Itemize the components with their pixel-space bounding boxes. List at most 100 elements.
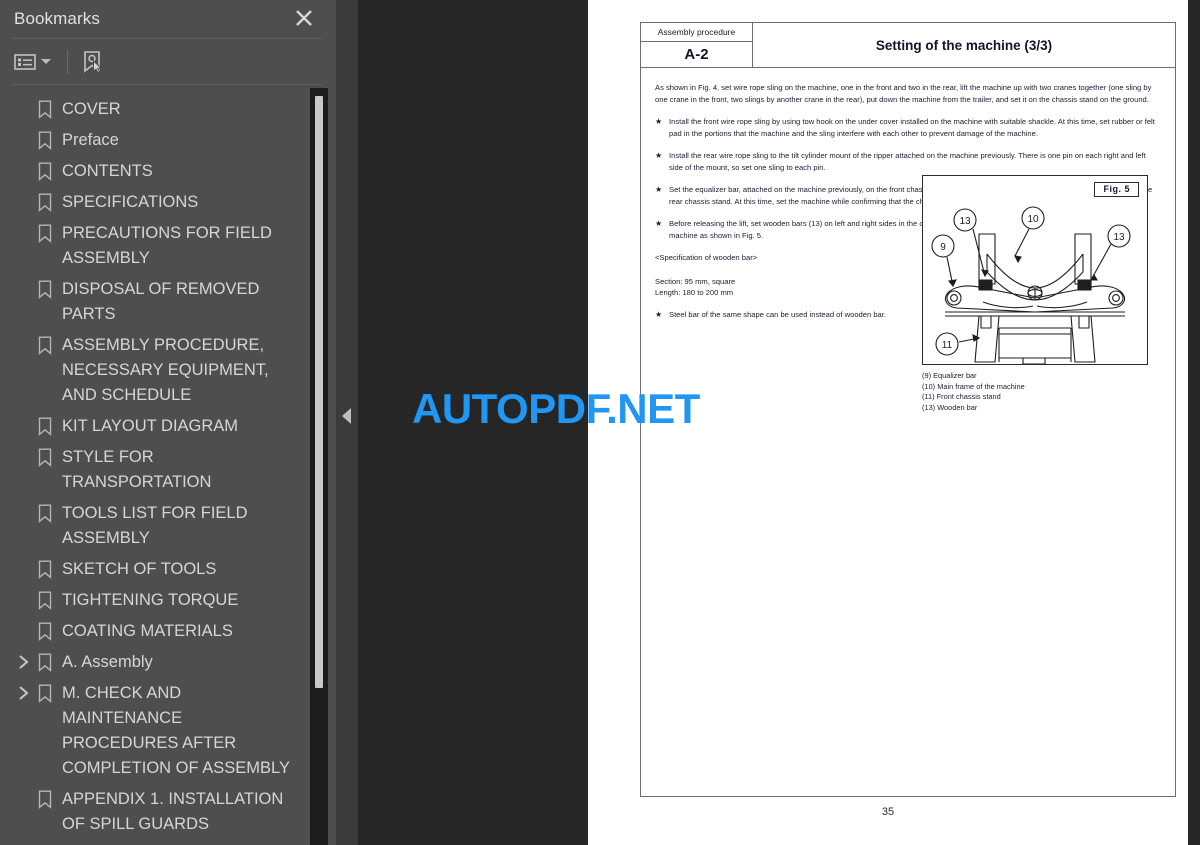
specification-heading: <Specification of wooden bar>	[655, 253, 758, 262]
intro-paragraph: As shown in Fig. 4, set wire rope sling …	[655, 83, 1152, 104]
document-header: Assembly procedure A-2 Setting of the ma…	[641, 23, 1175, 68]
bookmark-label: SPECIFICATIONS	[62, 193, 199, 211]
bookmark-label: PRECAUTIONS FOR FIELD ASSEMBLY	[62, 224, 272, 267]
bookmark-icon	[32, 650, 58, 672]
bookmark-label: A. Assembly	[62, 653, 153, 671]
specification-note: Steel bar of the same shape can be used …	[669, 309, 886, 319]
bookmark-item[interactable]: SKETCH OF TOOLS	[0, 554, 336, 585]
bookmark-icon	[32, 557, 58, 579]
bookmarks-toolbar	[0, 39, 336, 84]
bookmark-label: ASSEMBLY PROCEDURE, NECESSARY EQUIPMENT,…	[62, 336, 269, 404]
legend-item: (9) Equalizer bar	[922, 371, 977, 380]
chevron-right-icon[interactable]	[14, 681, 32, 701]
bookmark-label: COVER	[62, 100, 121, 118]
bookmark-item[interactable]: SPECIFICATIONS	[0, 187, 336, 218]
bookmark-item[interactable]: COATING MATERIALS	[0, 616, 336, 647]
bookmarks-sidebar: Bookmarks COVER Preface CONTENTS SPECIFI…	[0, 0, 336, 845]
bookmark-label: DISPOSAL OF REMOVED PARTS	[62, 280, 260, 323]
pdf-page: Assembly procedure A-2 Setting of the ma…	[588, 0, 1188, 845]
bookmark-icon	[32, 221, 58, 243]
bookmark-item[interactable]: TOOLS LIST FOR FIELD ASSEMBLY	[0, 498, 336, 554]
svg-text:11: 11	[942, 340, 953, 351]
close-icon[interactable]	[290, 4, 318, 32]
bookmark-item[interactable]: DISPOSAL OF REMOVED PARTS	[0, 274, 336, 330]
bookmark-label: TOOLS LIST FOR FIELD ASSEMBLY	[62, 504, 248, 547]
bookmark-item[interactable]: APPENDIX 2. PRECAUTIONS FOR INITIALIZATI…	[0, 840, 336, 845]
sidebar-collapse-handle[interactable]	[336, 0, 358, 845]
star-icon: ★	[655, 219, 663, 228]
bullet-item: ★ Steel bar of the same shape can be use…	[655, 309, 925, 321]
bookmark-icon	[32, 681, 58, 703]
chevron-right-icon[interactable]	[14, 650, 32, 670]
star-icon: ★	[655, 309, 663, 319]
star-icon: ★	[655, 185, 663, 194]
bullet-text: Install the rear wire rope sling to the …	[669, 151, 1146, 172]
bookmark-icon	[32, 588, 58, 610]
page-content-frame: Assembly procedure A-2 Setting of the ma…	[640, 22, 1176, 797]
bookmark-item[interactable]: COVER	[0, 94, 336, 125]
bookmark-icon	[32, 501, 58, 523]
bookmark-item[interactable]: KIT LAYOUT DIAGRAM	[0, 411, 336, 442]
bookmark-label: CONTENTS	[62, 162, 153, 180]
bullet-item: ★ Install the rear wire rope sling to th…	[655, 150, 1161, 173]
bullet-item: ★ Install the front wire rope sling by u…	[655, 116, 1161, 139]
bookmark-label: STYLE FOR TRANSPORTATION	[62, 448, 212, 491]
bookmark-icon	[32, 159, 58, 181]
page-number: 35	[881, 806, 895, 818]
bookmark-icon	[32, 445, 58, 467]
bookmarks-title: Bookmarks	[14, 9, 100, 28]
bookmarks-list[interactable]: COVER Preface CONTENTS SPECIFICATIONS PRECAU…	[0, 88, 336, 845]
chevron-down-icon[interactable]	[41, 59, 51, 64]
figure-5: Fig. 5 13 10 9 13 11	[922, 175, 1148, 365]
bookmark-item[interactable]: PRECAUTIONS FOR FIELD ASSEMBLY	[0, 218, 336, 274]
bookmark-icon	[32, 414, 58, 436]
collapse-left-icon[interactable]	[342, 408, 351, 424]
bullet-text: Install the front wire rope sling by usi…	[669, 117, 1155, 138]
legend-item: (11) Front chassis stand	[922, 392, 1001, 402]
sidebar-scrollbar-thumb[interactable]	[315, 96, 323, 688]
legend-item: (10) Main frame of the machine	[922, 381, 1025, 391]
bookmark-item[interactable]: A. Assembly	[0, 647, 336, 678]
procedure-label: Assembly procedure	[641, 23, 752, 42]
bookmark-item[interactable]: STYLE FOR TRANSPORTATION	[0, 442, 336, 498]
toolbar-divider-bottom	[12, 84, 322, 85]
bookmark-label: APPENDIX 1. INSTALLATION OF SPILL GUARDS	[62, 790, 284, 833]
bookmark-item[interactable]: Preface	[0, 125, 336, 156]
bookmark-item[interactable]: M. CHECK AND MAINTENANCE PROCEDURES AFTE…	[0, 678, 336, 784]
procedure-cell: Assembly procedure A-2	[641, 23, 753, 67]
bookmark-icon	[32, 277, 58, 299]
bookmark-icon	[32, 787, 58, 809]
svg-text:9: 9	[940, 242, 946, 253]
svg-text:10: 10	[1027, 214, 1039, 225]
bookmark-icon	[32, 333, 58, 355]
bookmark-label: SKETCH OF TOOLS	[62, 560, 217, 578]
bookmark-icon	[32, 619, 58, 641]
bookmark-label: M. CHECK AND MAINTENANCE PROCEDURES AFTE…	[62, 684, 290, 777]
svg-text:13: 13	[959, 216, 971, 227]
star-icon: ★	[655, 151, 663, 160]
bookmark-item[interactable]: ASSEMBLY PROCEDURE, NECESSARY EQUIPMENT,…	[0, 330, 336, 411]
new-bookmark-icon[interactable]	[82, 46, 104, 78]
specification-block: <Specification of wooden bar> Section: 9…	[655, 252, 925, 320]
specification-line: Section: 95 mm, square	[655, 276, 736, 286]
pdf-viewer-window: Bookmarks COVER Preface CONTENTS SPECIFI…	[0, 0, 1200, 845]
toolbar-divider	[67, 49, 68, 74]
bookmark-icon	[32, 128, 58, 150]
figure-drawing: 13 10 9 13 11	[931, 206, 1131, 364]
bookmark-item[interactable]: APPENDIX 1. INSTALLATION OF SPILL GUARDS	[0, 784, 336, 840]
legend-item: (13) Wooden bar	[922, 402, 978, 412]
figure-legend: (9) Equalizer bar (10) Main frame of the…	[922, 371, 1025, 413]
bookmark-label: Preface	[62, 131, 119, 149]
procedure-code: A-2	[684, 46, 709, 63]
list-options-icon[interactable]	[14, 46, 51, 78]
bookmark-item[interactable]: TIGHTENING TORQUE	[0, 585, 336, 616]
bookmark-item[interactable]: CONTENTS	[0, 156, 336, 187]
bookmark-label: COATING MATERIALS	[62, 622, 233, 640]
bookmark-icon	[32, 190, 58, 212]
bookmark-label: KIT LAYOUT DIAGRAM	[62, 417, 239, 435]
specification-line: Length: 180 to 200 mm	[655, 288, 734, 297]
star-icon: ★	[655, 117, 663, 126]
document-viewer: Assembly procedure A-2 Setting of the ma…	[336, 0, 1200, 845]
bookmarks-header: Bookmarks	[0, 0, 336, 38]
